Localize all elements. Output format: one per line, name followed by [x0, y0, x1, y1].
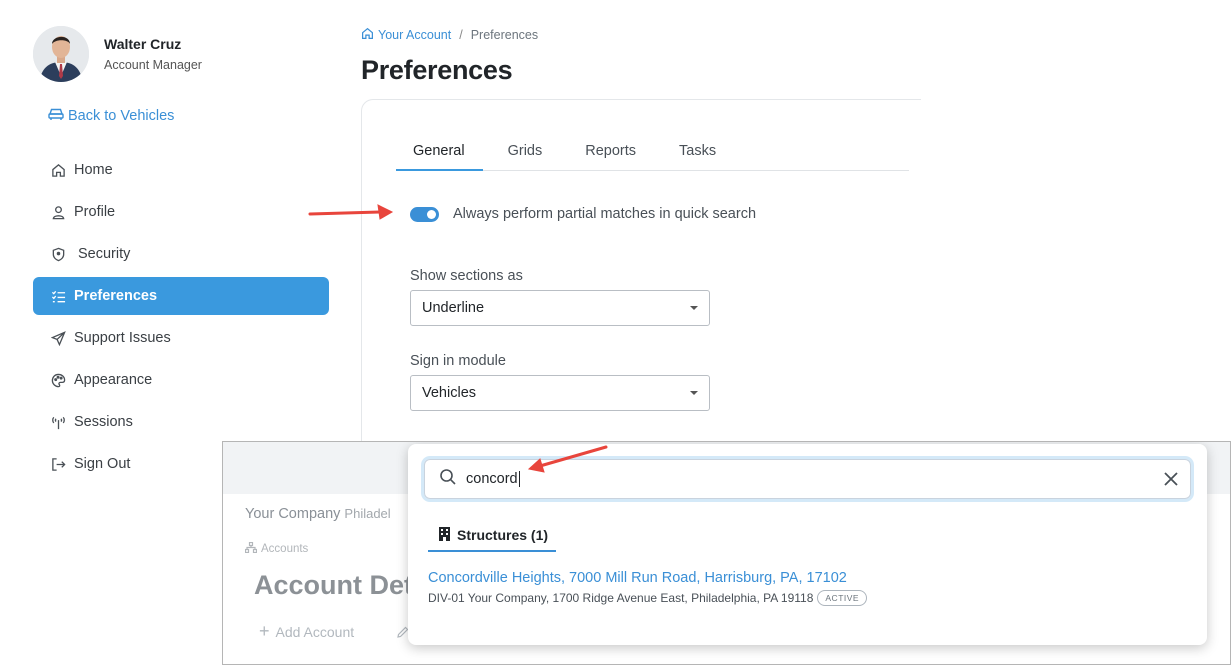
add-account-label: Add Account — [275, 623, 355, 640]
user-role: Account Manager — [104, 58, 202, 72]
tab-general[interactable]: General — [396, 133, 483, 171]
sidebar-item-label: Profile — [74, 204, 116, 220]
search-result-subtitle: DIV-01 Your Company, 1700 Ridge Avenue E… — [428, 590, 868, 606]
quick-search-input[interactable]: concord — [424, 459, 1191, 499]
sidebar-item-appearance[interactable]: Appearance — [33, 361, 329, 399]
sidebar-item-label: Sign Out — [74, 456, 131, 472]
user-icon — [49, 203, 67, 221]
sidebar-item-label: Preferences — [74, 288, 158, 304]
account-details-title: Account Det — [254, 570, 414, 600]
company-city: Philadel — [344, 506, 391, 521]
status-badge: ACTIVE — [817, 590, 868, 606]
search-result-link[interactable]: Concordville Heights, 7000 Mill Run Road… — [428, 570, 847, 586]
breadcrumb-your-account[interactable]: Your Account — [361, 27, 451, 43]
sidebar-item-label: Support Issues — [74, 330, 171, 346]
structures-tab-label: Structures (1) — [457, 527, 549, 543]
accounts-crumb-label: Accounts — [261, 543, 309, 555]
partial-match-setting: Always perform partial matches in quick … — [410, 206, 756, 222]
tab-grids[interactable]: Grids — [491, 133, 561, 171]
sections-select[interactable]: Underline — [410, 290, 710, 326]
car-icon — [48, 107, 68, 125]
module-select-value: Vehicles — [422, 385, 477, 401]
sidebar-item-support-issues[interactable]: Support Issues — [33, 319, 329, 357]
home-icon — [49, 161, 67, 179]
sidebar-item-profile[interactable]: Profile — [33, 193, 329, 231]
user-name: Walter Cruz — [104, 36, 182, 52]
list-check-icon — [49, 287, 67, 305]
close-icon[interactable] — [1162, 470, 1180, 493]
accounts-breadcrumb[interactable]: Accounts — [244, 541, 309, 556]
quick-search-popup: concord Structures (1) Concordville Heig… — [408, 444, 1207, 645]
result-subtitle-text: DIV-01 Your Company, 1700 Ridge Avenue E… — [428, 591, 814, 605]
breadcrumb-current: Preferences — [470, 28, 539, 42]
sidebar-item-label: Security — [78, 246, 131, 262]
tab-structures[interactable]: Structures (1) — [428, 520, 556, 552]
search-query-text: concord — [466, 471, 520, 487]
tab-reports[interactable]: Reports — [568, 133, 654, 171]
page-title: Preferences — [361, 55, 513, 85]
partial-match-label: Always perform partial matches in quick … — [453, 206, 757, 222]
breadcrumb-separator: / — [459, 28, 463, 42]
breadcrumb-parent-label: Your Account — [378, 28, 452, 42]
company-name: Your Company — [245, 506, 341, 522]
module-select[interactable]: Vehicles — [410, 375, 710, 411]
sidebar-item-preferences[interactable]: Preferences — [33, 277, 329, 315]
sidebar-nav: Home Profile Security Preferences Suppor… — [33, 151, 329, 487]
back-to-vehicles-link[interactable]: Back to Vehicles — [48, 107, 174, 125]
back-link-label: Back to Vehicles — [68, 108, 175, 124]
sitemap-icon — [244, 541, 261, 556]
sign-out-icon — [49, 455, 67, 473]
partial-match-toggle[interactable] — [410, 206, 439, 222]
module-label: Sign in module — [410, 353, 506, 369]
sidebar-item-label: Sessions — [74, 414, 133, 430]
paper-plane-icon — [49, 329, 67, 347]
sections-select-value: Underline — [422, 300, 485, 316]
palette-icon — [49, 371, 67, 389]
sidebar-item-sessions[interactable]: Sessions — [33, 403, 329, 441]
sidebar-item-label: Appearance — [74, 372, 153, 388]
sections-label: Show sections as — [410, 268, 523, 284]
sidebar-item-home[interactable]: Home — [33, 151, 329, 189]
breadcrumb: Your Account / Preferences — [361, 27, 538, 43]
avatar[interactable] — [33, 26, 89, 82]
shield-icon — [49, 245, 67, 263]
plus-icon: + — [259, 621, 270, 641]
search-icon — [439, 468, 457, 491]
sidebar-item-security[interactable]: Security — [33, 235, 329, 273]
broadcast-icon — [49, 413, 67, 431]
caret-down-icon — [690, 391, 698, 395]
building-icon — [439, 526, 457, 544]
preferences-tabs: General Grids Reports Tasks — [396, 133, 909, 171]
tab-tasks[interactable]: Tasks — [662, 133, 734, 171]
search-screenshot-panel: Your Company Philadel Accounts Account D… — [222, 441, 1231, 665]
add-account-button[interactable]: + Add Account — [259, 621, 354, 642]
home-icon — [361, 27, 378, 43]
sidebar-item-label: Home — [74, 162, 113, 178]
user-card: Walter Cruz Account Manager — [33, 26, 202, 82]
caret-down-icon — [690, 306, 698, 310]
company-header: Your Company Philadel — [245, 506, 391, 522]
